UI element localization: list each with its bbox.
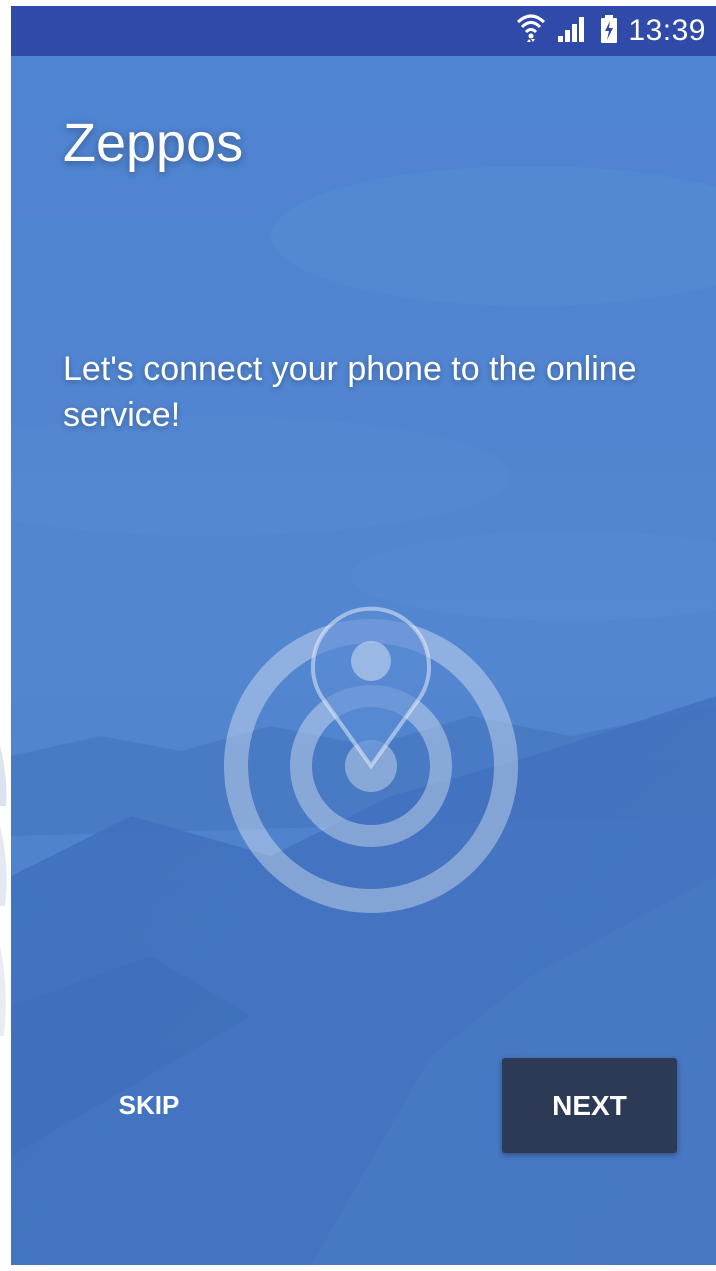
phone-screen: 13:39 Zeppos Let's connect your phone to… bbox=[11, 6, 716, 1265]
status-time: 13:39 bbox=[628, 14, 706, 47]
next-button[interactable]: NEXT bbox=[502, 1058, 677, 1153]
onboarding-screen: Zeppos Let's connect your phone to the o… bbox=[11, 56, 716, 1265]
skip-button[interactable]: SKIP bbox=[79, 1070, 219, 1140]
battery-charging-icon bbox=[600, 14, 618, 49]
app-title: Zeppos bbox=[63, 113, 244, 173]
status-bar: 13:39 bbox=[11, 6, 716, 56]
wifi-icon bbox=[516, 12, 546, 51]
device-edge bbox=[0, 6, 11, 1265]
onboarding-message: Let's connect your phone to the online s… bbox=[63, 350, 637, 434]
status-icons: 13:39 bbox=[516, 6, 706, 56]
signal-icon bbox=[556, 14, 590, 49]
location-target-icon bbox=[211, 606, 531, 936]
